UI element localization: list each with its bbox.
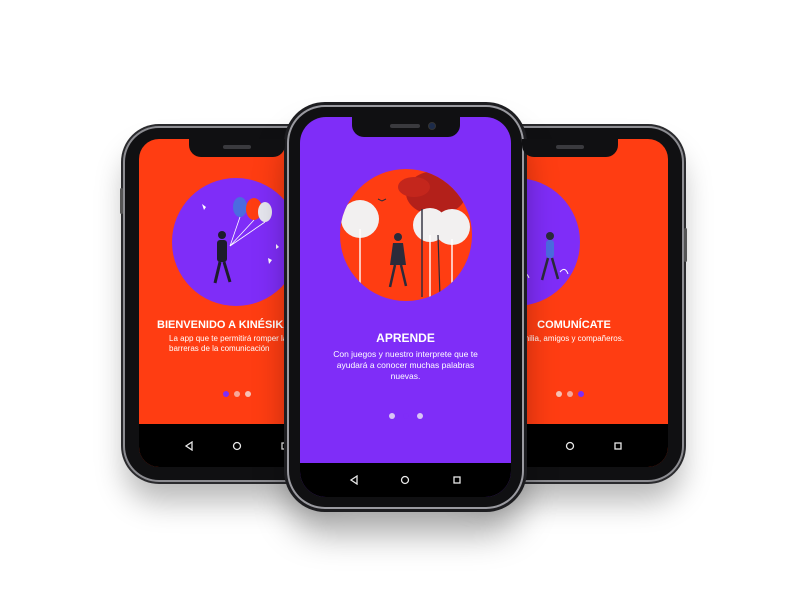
page-dot-2[interactable] xyxy=(402,413,409,419)
notch xyxy=(189,139,285,157)
back-triangle-icon[interactable] xyxy=(179,436,199,456)
home-circle-icon[interactable] xyxy=(395,470,415,490)
speaker xyxy=(223,145,251,149)
front-camera xyxy=(427,122,436,130)
learn-content: APRENDE Con juegos y nuestro interprete … xyxy=(300,117,511,473)
page-dot-2[interactable] xyxy=(567,391,573,397)
volume-button xyxy=(120,188,123,214)
home-circle-icon[interactable] xyxy=(560,436,580,456)
page-dot-2[interactable] xyxy=(234,391,240,397)
page-dot-3[interactable] xyxy=(578,391,584,397)
notch xyxy=(351,117,460,137)
learn-title: APRENDE xyxy=(376,331,435,345)
learn-body: Con juegos y nuestro interprete que te a… xyxy=(333,349,478,381)
speaker xyxy=(389,124,420,128)
android-nav-bar xyxy=(300,463,511,497)
recents-square-icon[interactable] xyxy=(447,470,467,490)
recents-square-icon[interactable] xyxy=(608,436,628,456)
home-circle-icon[interactable] xyxy=(227,436,247,456)
page-dot-1[interactable] xyxy=(556,391,562,397)
speaker xyxy=(556,145,584,149)
person-walking-in-forest-illustration xyxy=(340,169,472,301)
page-dot-3[interactable] xyxy=(245,391,251,397)
page-dot-1[interactable] xyxy=(223,391,229,397)
page-dot-3[interactable] xyxy=(416,413,423,419)
power-button xyxy=(684,228,687,262)
page-indicator xyxy=(300,413,511,419)
screen-learn: APRENDE Con juegos y nuestro interprete … xyxy=(300,117,511,497)
phone-center: APRENDE Con juegos y nuestro interprete … xyxy=(289,107,522,507)
person-with-balloons-illustration xyxy=(172,178,300,306)
page-dot-1[interactable] xyxy=(388,413,395,419)
back-triangle-icon[interactable] xyxy=(344,470,364,490)
notch xyxy=(522,139,618,157)
